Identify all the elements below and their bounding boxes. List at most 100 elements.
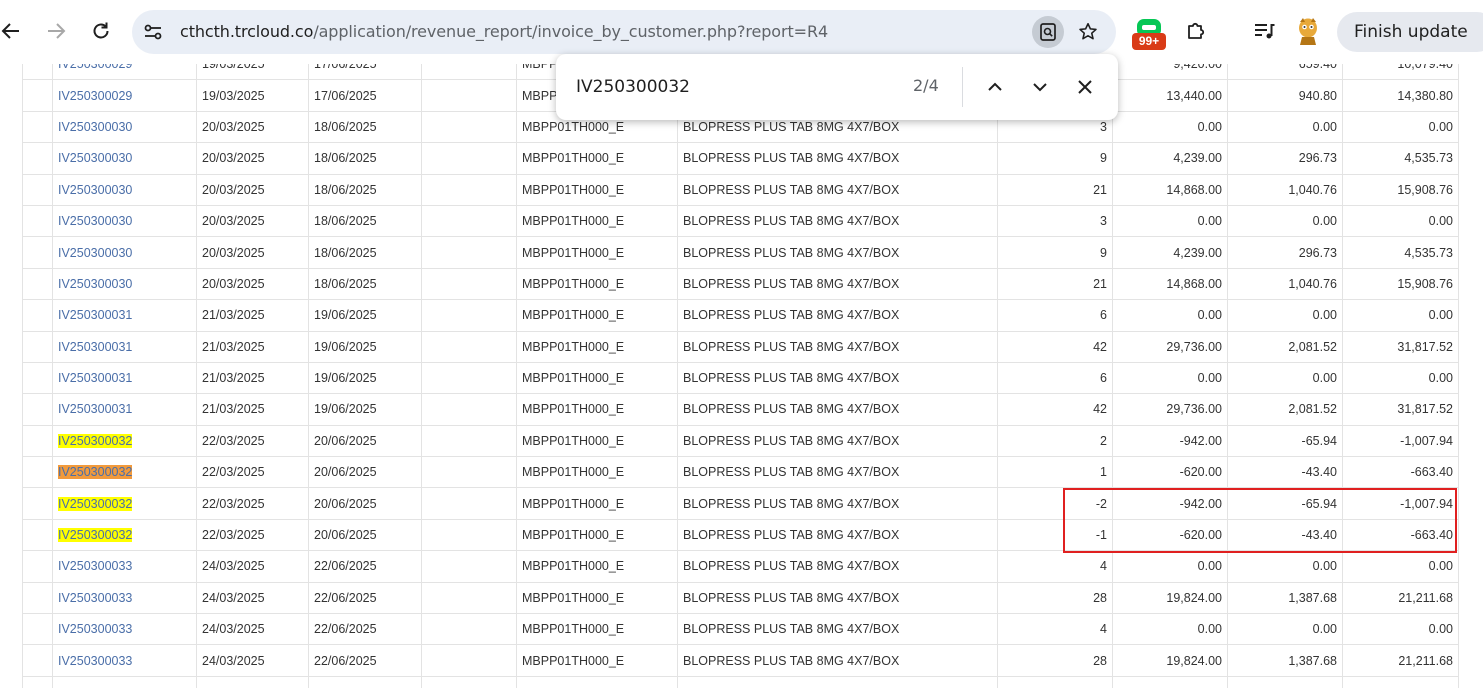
invoice-link[interactable]: IV250300031 — [58, 371, 132, 385]
invoice-link[interactable]: IV250300029 — [58, 64, 132, 71]
find-close-button[interactable] — [1071, 73, 1099, 101]
product-code-cell: MBPP01TH000_E — [516, 236, 678, 269]
url-text[interactable]: cthcth.trcloud.co/application/revenue_re… — [180, 21, 828, 43]
total-cell: 4,535.73 — [1342, 142, 1459, 175]
invoice-link[interactable]: IV250300033 — [58, 622, 132, 636]
quantity-cell: 9 — [997, 142, 1113, 175]
amount-cell: -620.00 — [1112, 456, 1228, 489]
quantity-cell — [997, 675, 1113, 688]
media-control-button[interactable] — [1249, 16, 1279, 46]
table-row: IV250300032 22/03/2025 20/06/2025 MBPP01TH0… — [22, 487, 1459, 520]
invoice-link[interactable]: IV250300031 — [58, 308, 132, 322]
back-button[interactable] — [0, 16, 26, 46]
invoice-link[interactable]: IV250300032 — [58, 528, 133, 543]
invoice-link[interactable]: IV250300030 — [58, 214, 132, 228]
invoice-link[interactable]: IV250300032 — [58, 465, 133, 480]
invoice-link[interactable]: IV250300032 — [58, 433, 133, 448]
amount-cell: 19,824.00 — [1112, 581, 1228, 615]
vat-cell: 940.80 — [1227, 79, 1343, 112]
quantity-cell: 21 — [997, 267, 1113, 301]
reference-cell — [421, 393, 517, 426]
vat-cell: 1,040.76 — [1227, 267, 1343, 301]
table-row: IV250300033 24/03/2025 22/06/2025 MBPP01TH0… — [22, 550, 1459, 583]
table-row: IV250300032 22/03/2025 20/06/2025 MBPP01TH0… — [22, 456, 1459, 489]
site-info-icon[interactable] — [142, 21, 164, 43]
product-code-cell: MBPP01TH000_E — [516, 613, 678, 646]
row-spacer-cell — [22, 675, 53, 688]
quantity-cell: 28 — [997, 581, 1113, 615]
table-row: IV250300031 21/03/2025 19/06/2025 MBPP01TH0… — [22, 393, 1459, 426]
vat-cell: 0.00 — [1227, 204, 1343, 238]
product-code-cell: MBPP01TH000_E — [516, 581, 678, 615]
invoice-date-cell: 20/03/2025 — [196, 110, 309, 144]
find-input[interactable] — [576, 74, 896, 100]
invoice-link[interactable]: IV250300031 — [58, 340, 132, 354]
row-spacer-cell — [22, 581, 53, 615]
vat-cell: -65.94 — [1227, 487, 1343, 520]
address-bar[interactable]: cthcth.trcloud.co/application/revenue_re… — [132, 10, 1116, 54]
product-code-cell: MBPP01TH000_E — [516, 393, 678, 426]
row-spacer-cell — [22, 204, 53, 238]
invoice-link[interactable]: IV250300033 — [58, 654, 132, 668]
invoice-date-cell: 21/03/2025 — [196, 361, 309, 395]
bookmark-button[interactable] — [1074, 18, 1102, 46]
due-date-cell: 18/06/2025 — [308, 173, 422, 206]
due-date-cell — [308, 675, 422, 688]
forward-button[interactable] — [41, 16, 71, 46]
invoice-link[interactable]: IV250300030 — [58, 183, 132, 197]
invoice-link[interactable]: IV250300033 — [58, 559, 132, 573]
row-spacer-cell — [22, 487, 53, 520]
product-code-cell: MBPP01TH000_E — [516, 644, 678, 677]
vat-cell: 0.00 — [1227, 613, 1343, 646]
total-cell: -663.40 — [1342, 456, 1459, 489]
product-description-cell: BLOPRESS PLUS TAB 8MG 4X7/BOX — [677, 330, 998, 363]
invoice-number-cell: IV250300030 — [52, 267, 197, 301]
reload-button[interactable] — [86, 16, 116, 46]
quantity-cell: 2 — [997, 424, 1113, 458]
find-next-button[interactable] — [1026, 73, 1054, 101]
table-row: IV250300031 21/03/2025 19/06/2025 MBPP01TH0… — [22, 330, 1459, 363]
invoice-number-cell: IV250300031 — [52, 299, 197, 332]
product-code-cell: MBPP01TH000_E — [516, 424, 678, 458]
invoice-link[interactable]: IV250300030 — [58, 246, 132, 260]
find-in-page-button[interactable] — [1032, 16, 1064, 48]
reference-cell — [421, 361, 517, 395]
invoice-link[interactable]: IV250300030 — [58, 120, 132, 134]
product-description-cell: BLOPRESS PLUS TAB 8MG 4X7/BOX — [677, 456, 998, 489]
invoice-number-cell: IV250300033 — [52, 581, 197, 615]
table-row: IV250300033 24/03/2025 22/06/2025 MBPP01TH0… — [22, 581, 1459, 615]
finish-update-button[interactable]: Finish update — [1337, 12, 1483, 52]
invoice-link[interactable]: IV250300031 — [58, 402, 132, 416]
invoice-number-cell: IV250300032 — [52, 518, 197, 552]
invoice-link[interactable]: IV250300029 — [58, 89, 132, 103]
total-cell: 21,211.68 — [1342, 581, 1459, 615]
invoice-link[interactable]: IV250300030 — [58, 151, 132, 165]
due-date-cell: 17/06/2025 — [308, 79, 422, 112]
find-previous-button[interactable] — [981, 73, 1009, 101]
quantity-cell: -2 — [997, 487, 1113, 520]
amount-cell: 9,420.00 — [1112, 64, 1228, 81]
invoice-date-cell: 20/03/2025 — [196, 267, 309, 301]
amount-cell: 0.00 — [1112, 550, 1228, 583]
reference-cell — [421, 518, 517, 552]
table-row: IV250300032 22/03/2025 20/06/2025 MBPP01TH0… — [22, 518, 1459, 552]
profile-avatar-button[interactable] — [1293, 16, 1323, 46]
invoice-link[interactable]: IV250300030 — [58, 277, 132, 291]
invoice-link[interactable]: IV250300032 — [58, 496, 133, 511]
row-spacer-cell — [22, 613, 53, 646]
due-date-cell: 20/06/2025 — [308, 424, 422, 458]
extensions-button[interactable] — [1181, 16, 1211, 46]
reference-cell — [421, 142, 517, 175]
amount-cell: 14,868.00 — [1112, 267, 1228, 301]
due-date-cell: 20/06/2025 — [308, 518, 422, 552]
product-code-cell: MBPP01TH000_E — [516, 487, 678, 520]
vat-cell: -43.40 — [1227, 456, 1343, 489]
invoice-link[interactable]: IV250300033 — [58, 591, 132, 605]
table-row: IV250300031 21/03/2025 19/06/2025 MBPP01TH0… — [22, 299, 1459, 332]
product-description-cell: BLOPRESS PLUS TAB 8MG 4X7/BOX — [677, 267, 998, 301]
reference-cell — [421, 64, 517, 81]
row-spacer-cell — [22, 110, 53, 144]
due-date-cell: 22/06/2025 — [308, 644, 422, 677]
invoice-number-cell: IV250300030 — [52, 110, 197, 144]
due-date-cell: 18/06/2025 — [308, 267, 422, 301]
